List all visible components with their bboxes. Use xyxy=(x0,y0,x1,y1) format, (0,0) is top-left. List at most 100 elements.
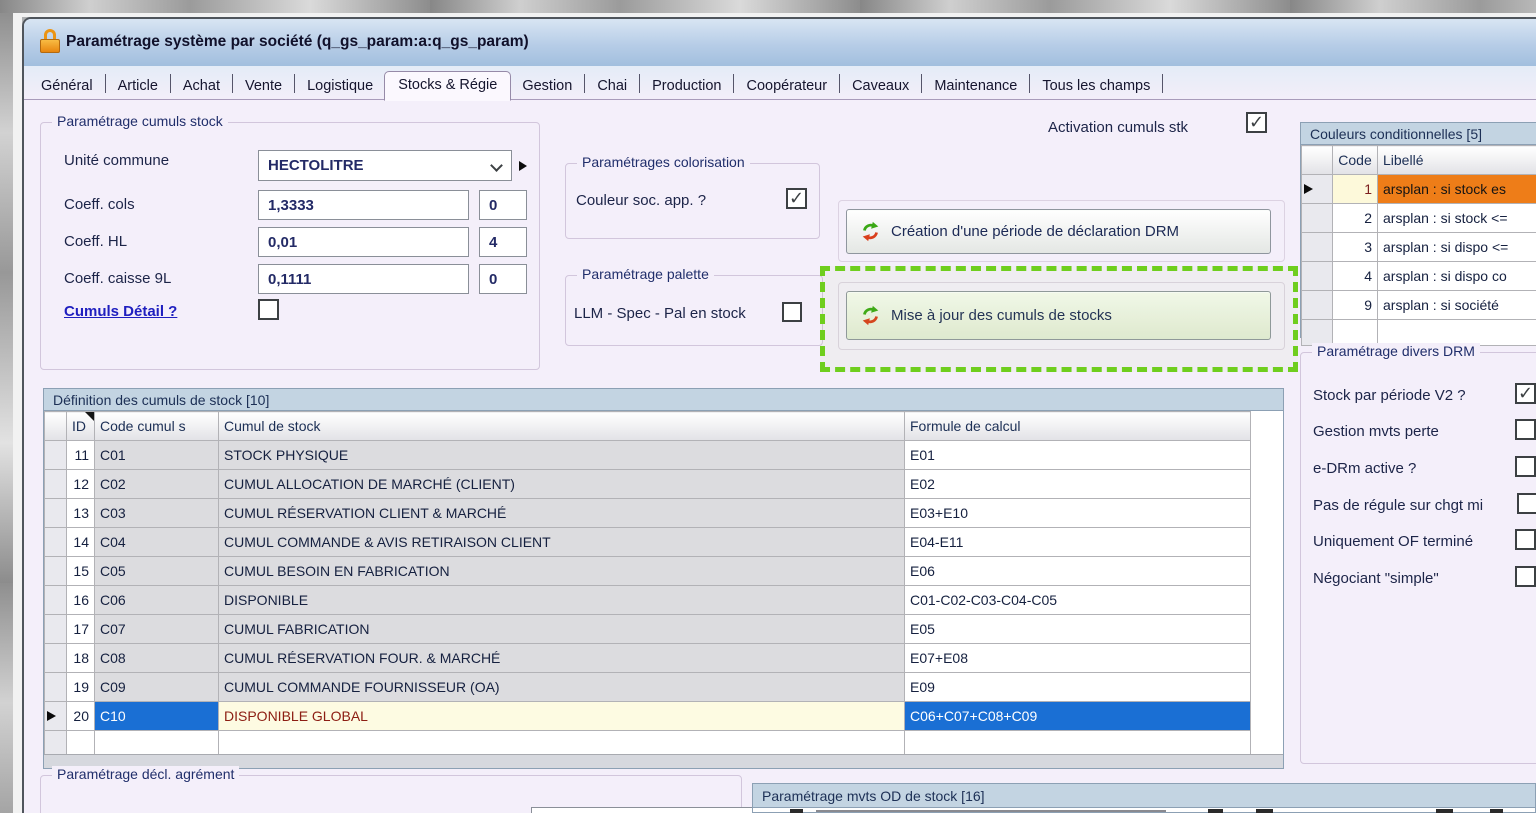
row-selector-cell[interactable] xyxy=(45,470,67,499)
formule-cell[interactable]: E07+E08 xyxy=(905,644,1251,673)
negociant-simple-checkbox[interactable]: ✓ xyxy=(1515,566,1536,587)
cumul-cell[interactable] xyxy=(219,731,905,757)
unite-commune-detail-arrow-icon[interactable] xyxy=(519,161,527,171)
row-selector-cell[interactable] xyxy=(45,586,67,615)
code-cell[interactable] xyxy=(95,731,219,757)
cumul-cell[interactable]: CUMUL FABRICATION xyxy=(219,615,905,644)
tab-production[interactable]: Production xyxy=(641,74,732,100)
code-column-header[interactable]: Code xyxy=(1333,146,1378,175)
code-cell[interactable]: C05 xyxy=(95,557,219,586)
row-selector-cell[interactable] xyxy=(45,644,67,673)
coeff-cols-decimals-field[interactable]: 0 xyxy=(479,190,527,220)
row-selector-cell[interactable] xyxy=(45,441,67,470)
row-selector-cell[interactable] xyxy=(45,557,67,586)
id-cell[interactable] xyxy=(67,731,95,757)
tab-chai[interactable]: Chai xyxy=(586,74,638,100)
code-cell[interactable]: 2 xyxy=(1333,204,1378,233)
formule-cell[interactable]: E09 xyxy=(905,673,1251,702)
cumul-cell[interactable]: STOCK PHYSIQUE xyxy=(219,441,905,470)
libelle-cell[interactable]: arsplan : si dispo <= xyxy=(1378,233,1536,262)
formule-cell[interactable]: E01 xyxy=(905,441,1251,470)
code-cell[interactable]: C08 xyxy=(95,644,219,673)
table-row[interactable]: 1 arsplan : si stock es xyxy=(1302,175,1536,204)
tab-maintenance[interactable]: Maintenance xyxy=(923,74,1028,100)
id-cell[interactable]: 15 xyxy=(67,557,95,586)
cumuls-detail-checkbox[interactable]: ✓ xyxy=(258,299,279,320)
row-selector-cell[interactable] xyxy=(1302,320,1333,346)
code-cell[interactable]: 1 xyxy=(1333,175,1378,204)
code-cell[interactable]: C01 xyxy=(95,441,219,470)
code-cell[interactable] xyxy=(1333,320,1378,346)
id-cell[interactable]: 19 xyxy=(67,673,95,702)
table-row[interactable]: 15 C05 CUMUL BESOIN EN FABRICATION E06 xyxy=(45,557,1251,586)
row-selector-cell[interactable] xyxy=(1302,175,1333,204)
cumul-cell[interactable]: DISPONIBLE GLOBAL xyxy=(219,702,905,731)
creation-periode-drm-button[interactable]: Création d'une période de déclaration DR… xyxy=(846,209,1271,254)
cumul-cell[interactable]: CUMUL BESOIN EN FABRICATION xyxy=(219,557,905,586)
id-cell[interactable]: 16 xyxy=(67,586,95,615)
coeff-caisse-decimals-field[interactable]: 0 xyxy=(479,264,527,294)
coeff-hl-decimals-field[interactable]: 4 xyxy=(479,227,527,257)
table-row[interactable]: 11 C01 STOCK PHYSIQUE E01 xyxy=(45,441,1251,470)
id-cell[interactable]: 14 xyxy=(67,528,95,557)
tab-tous-les-champs[interactable]: Tous les champs xyxy=(1031,74,1161,100)
cumuls-detail-link[interactable]: Cumuls Détail ? xyxy=(64,303,177,320)
code-cell[interactable]: 4 xyxy=(1333,262,1378,291)
table-row-empty[interactable] xyxy=(45,731,1251,757)
table-row[interactable]: 18 C08 CUMUL RÉSERVATION FOUR. & MARCHÉ … xyxy=(45,644,1251,673)
code-cell[interactable]: C04 xyxy=(95,528,219,557)
cumul-cell[interactable]: CUMUL ALLOCATION DE MARCHÉ (CLIENT) xyxy=(219,470,905,499)
formule-cell[interactable]: C01-C02-C03-C04-C05 xyxy=(905,586,1251,615)
code-cell[interactable]: C09 xyxy=(95,673,219,702)
cumul-cell[interactable]: CUMUL RÉSERVATION CLIENT & MARCHÉ xyxy=(219,499,905,528)
code-cell[interactable]: C07 xyxy=(95,615,219,644)
libelle-column-header[interactable]: Libellé xyxy=(1378,146,1536,175)
row-selector-cell[interactable] xyxy=(45,615,67,644)
tab-caveaux[interactable]: Caveaux xyxy=(841,74,920,100)
row-selector-cell[interactable] xyxy=(45,528,67,557)
row-selector-cell[interactable] xyxy=(45,702,67,731)
couleur-soc-checkbox[interactable]: ✓ xyxy=(786,188,807,209)
id-cell[interactable]: 11 xyxy=(67,441,95,470)
cumul-cell[interactable]: CUMUL COMMANDE FOURNISSEUR (OA) xyxy=(219,673,905,702)
code-cell[interactable]: C02 xyxy=(95,470,219,499)
table-row[interactable]: 16 C06 DISPONIBLE C01-C02-C03-C04-C05 xyxy=(45,586,1251,615)
llm-spec-pal-checkbox[interactable]: ✓ xyxy=(782,302,802,322)
pas-de-regule-checkbox[interactable]: ✓ xyxy=(1517,493,1536,514)
formule-cell[interactable]: E02 xyxy=(905,470,1251,499)
id-cell[interactable]: 17 xyxy=(67,615,95,644)
formule-cell[interactable]: E05 xyxy=(905,615,1251,644)
table-row[interactable]: 9 arsplan : si société xyxy=(1302,291,1536,320)
tab-gestion[interactable]: Gestion xyxy=(511,74,583,100)
table-row-empty[interactable] xyxy=(1302,320,1536,346)
coeff-caisse-field[interactable]: 0,1111 xyxy=(258,264,469,294)
row-selector-cell[interactable] xyxy=(1302,291,1333,320)
coeff-hl-field[interactable]: 0,01 xyxy=(258,227,469,257)
formule-cell[interactable]: C06+C07+C08+C09 xyxy=(905,702,1251,731)
edrm-active-checkbox[interactable]: ✓ xyxy=(1515,456,1536,477)
cumul-cell[interactable]: DISPONIBLE xyxy=(219,586,905,615)
row-selector-cell[interactable] xyxy=(45,731,67,757)
tab-article[interactable]: Article xyxy=(107,74,169,100)
code-cell[interactable]: 9 xyxy=(1333,291,1378,320)
row-selector-cell[interactable] xyxy=(45,673,67,702)
row-selector-cell[interactable] xyxy=(45,499,67,528)
formule-cell[interactable]: E03+E10 xyxy=(905,499,1251,528)
code-column-header[interactable]: Code cumul s xyxy=(95,412,219,441)
row-selector-cell[interactable] xyxy=(1302,262,1333,291)
formule-cell[interactable] xyxy=(905,731,1251,757)
id-cell[interactable]: 12 xyxy=(67,470,95,499)
formule-cell[interactable]: E04-E11 xyxy=(905,528,1251,557)
formule-column-header[interactable]: Formule de calcul xyxy=(905,412,1251,441)
id-cell[interactable]: 18 xyxy=(67,644,95,673)
code-cell[interactable]: C06 xyxy=(95,586,219,615)
tab-logistique[interactable]: Logistique xyxy=(296,74,384,100)
tab-cooperateur[interactable]: Coopérateur xyxy=(735,74,838,100)
tab-achat[interactable]: Achat xyxy=(172,74,231,100)
coeff-cols-field[interactable]: 1,3333 xyxy=(258,190,469,220)
table-row[interactable]: 17 C07 CUMUL FABRICATION E05 xyxy=(45,615,1251,644)
tab-general[interactable]: Général xyxy=(30,74,104,100)
libelle-cell[interactable] xyxy=(1378,320,1536,346)
tab-stocks-regie[interactable]: Stocks & Régie xyxy=(384,71,511,101)
row-selector-cell[interactable] xyxy=(1302,204,1333,233)
